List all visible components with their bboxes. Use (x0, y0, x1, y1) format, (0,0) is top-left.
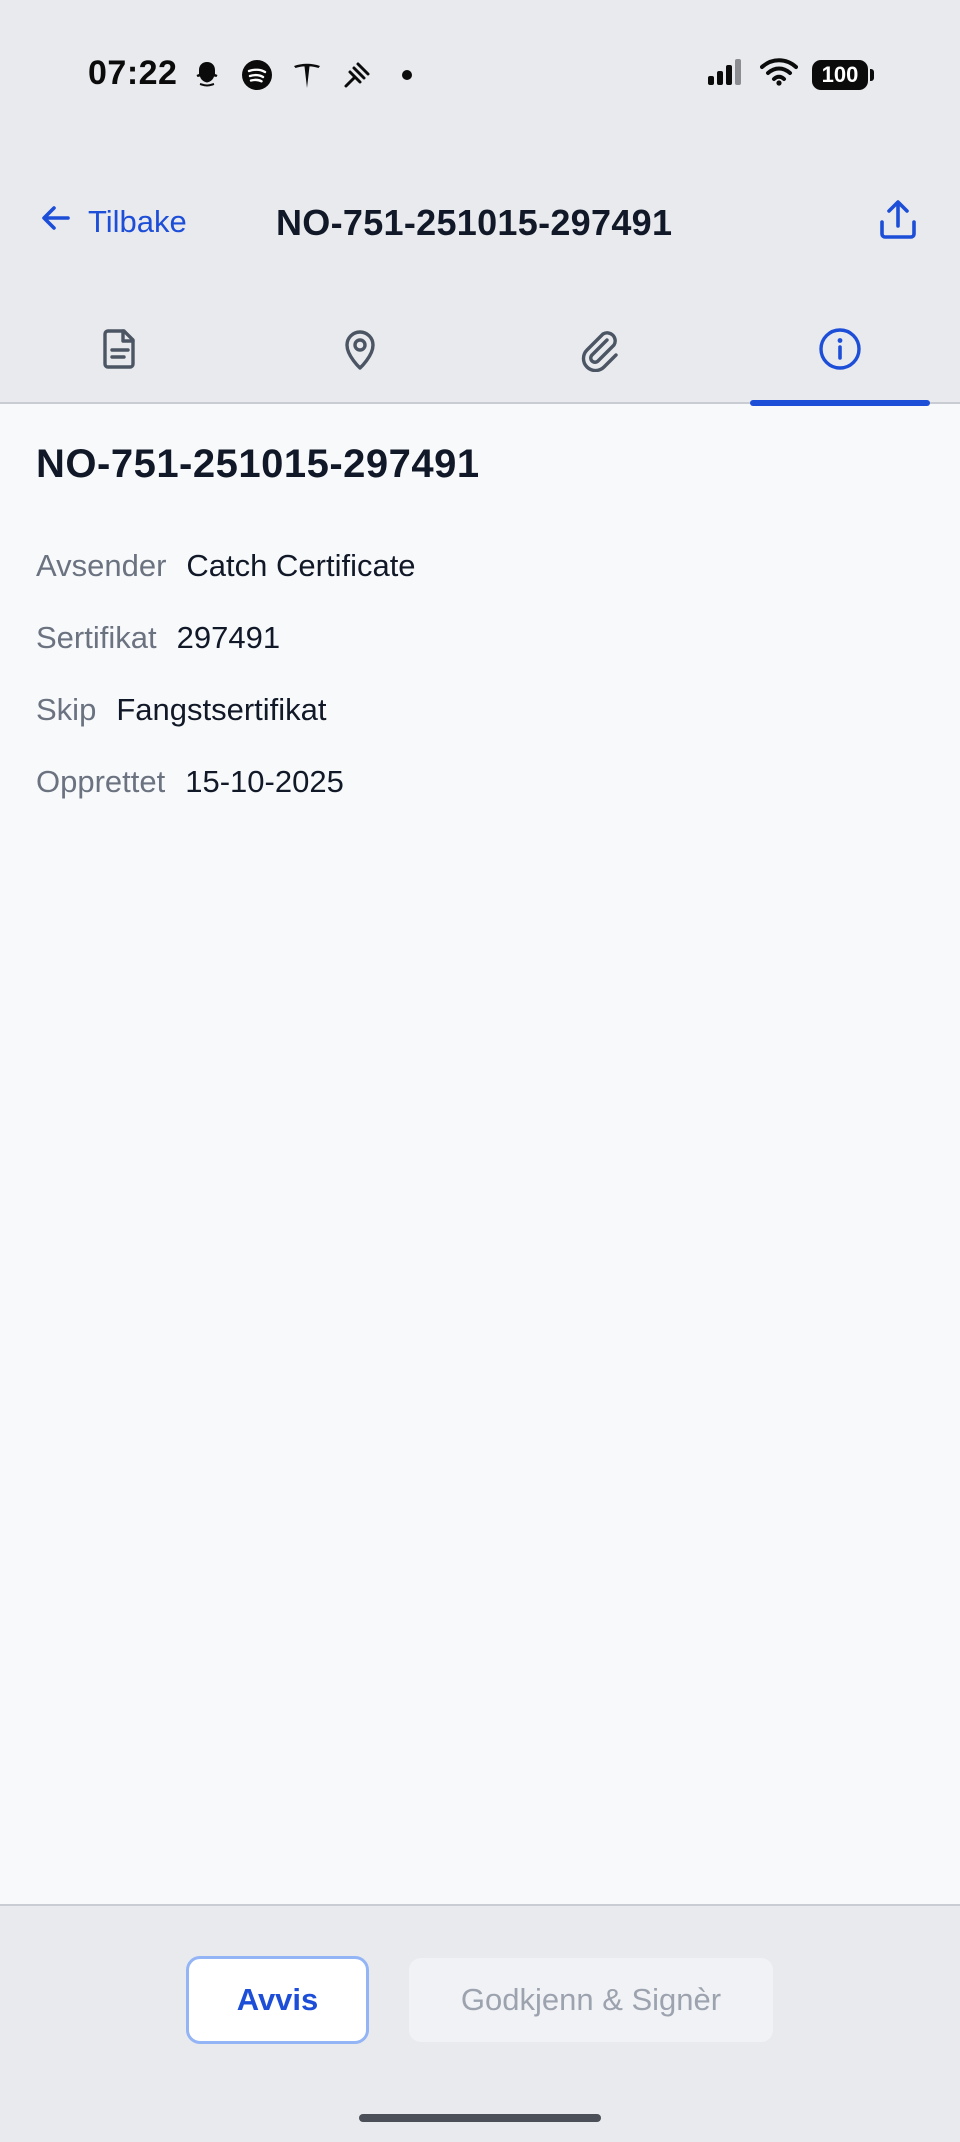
action-bar: Avvis Godkjenn & Signèr (0, 1904, 960, 2142)
home-indicator[interactable] (359, 2114, 601, 2122)
tab-location[interactable] (270, 300, 450, 404)
app-screen: 07:22 100 Tilbake NO-751-251015-297491 N… (0, 0, 960, 2142)
share-button[interactable] (872, 196, 924, 248)
signal-bars-icon (706, 58, 746, 91)
snapchat-icon (188, 56, 226, 94)
field-value: Catch Certificate (186, 548, 416, 583)
info-panel: NO-751-251015-297491 Avsender Catch Cert… (0, 406, 960, 1904)
tab-document[interactable] (30, 300, 210, 404)
tesla-icon (288, 56, 326, 94)
tab-bar (0, 300, 960, 406)
header-area: 07:22 100 Tilbake NO-751-251015-297491 (0, 0, 960, 406)
battery-level: 100 (812, 59, 868, 90)
document-title: NO-751-251015-297491 (36, 442, 480, 486)
field-label: Skip (36, 692, 97, 727)
satellite-icon (338, 56, 376, 94)
arrow-left-icon (38, 200, 74, 244)
field-value: 297491 (176, 620, 281, 655)
page-title: NO-751-251015-297491 (276, 202, 673, 243)
tab-attachments[interactable] (510, 300, 690, 404)
field-value: Fangstsertifikat (116, 692, 327, 727)
reject-button[interactable]: Avvis (186, 1956, 369, 2044)
document-icon (97, 326, 143, 377)
status-time: 07:22 (88, 54, 178, 92)
back-button[interactable]: Tilbake (38, 200, 187, 244)
back-label: Tilbake (88, 204, 187, 239)
notification-icons (188, 56, 426, 94)
field-row-sertifikat: Sertifikat 297491 (36, 620, 280, 656)
field-row-skip: Skip Fangstsertifikat (36, 692, 327, 728)
battery-indicator: 100 (812, 59, 874, 90)
field-value: 15-10-2025 (185, 764, 344, 799)
field-label: Sertifikat (36, 620, 157, 655)
tab-info[interactable] (750, 300, 930, 406)
field-row-opprettet: Opprettet 15-10-2025 (36, 764, 344, 800)
approve-sign-button[interactable]: Godkjenn & Signèr (409, 1958, 773, 2042)
location-pin-icon (337, 326, 383, 377)
field-label: Opprettet (36, 764, 166, 799)
info-icon (817, 326, 863, 377)
share-icon (876, 198, 920, 247)
status-right: 100 (706, 58, 874, 91)
field-label: Avsender (36, 548, 167, 583)
battery-nub (870, 68, 874, 81)
spotify-icon (238, 56, 276, 94)
dot-icon (388, 56, 426, 94)
field-row-avsender: Avsender Catch Certificate (36, 548, 416, 584)
wifi-icon (760, 58, 798, 91)
navigation-bar: Tilbake NO-751-251015-297491 (0, 190, 960, 260)
status-bar: 07:22 100 (0, 0, 960, 150)
paperclip-icon (577, 326, 623, 377)
